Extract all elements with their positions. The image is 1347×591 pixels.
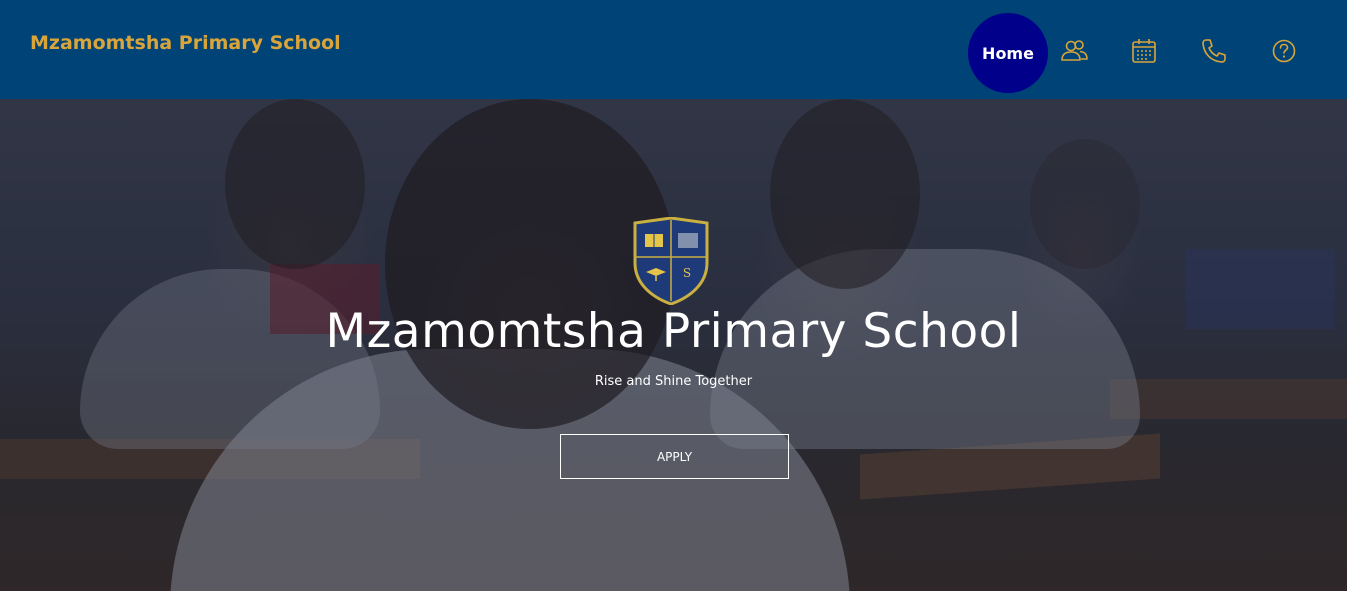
hero-tagline: Rise and Shine Together [594, 374, 753, 389]
nav-people-button[interactable] [1060, 37, 1088, 65]
phone-icon [1202, 39, 1226, 63]
nav-calendar-button[interactable] [1130, 37, 1158, 65]
site-header: Mzamomtsha Primary School Home [0, 0, 1347, 99]
people-icon [1061, 40, 1088, 61]
calendar-icon [1132, 39, 1156, 63]
main-nav: Home [0, 0, 1347, 99]
school-crest-icon: S [633, 217, 709, 305]
page: Mzamomtsha Primary School Home S Mzamomt… [0, 0, 1347, 591]
apply-button[interactable]: APPLY [560, 434, 789, 479]
svg-text:S: S [683, 266, 691, 280]
hero-banner: S Mzamomtsha Primary School Rise and Shi… [0, 99, 1347, 591]
nav-help-button[interactable] [1270, 37, 1298, 65]
hero-title: Mzamomtsha Primary School [325, 304, 1022, 359]
nav-phone-button[interactable] [1200, 37, 1228, 65]
help-icon [1272, 39, 1296, 63]
nav-home-button[interactable]: Home [968, 13, 1048, 93]
